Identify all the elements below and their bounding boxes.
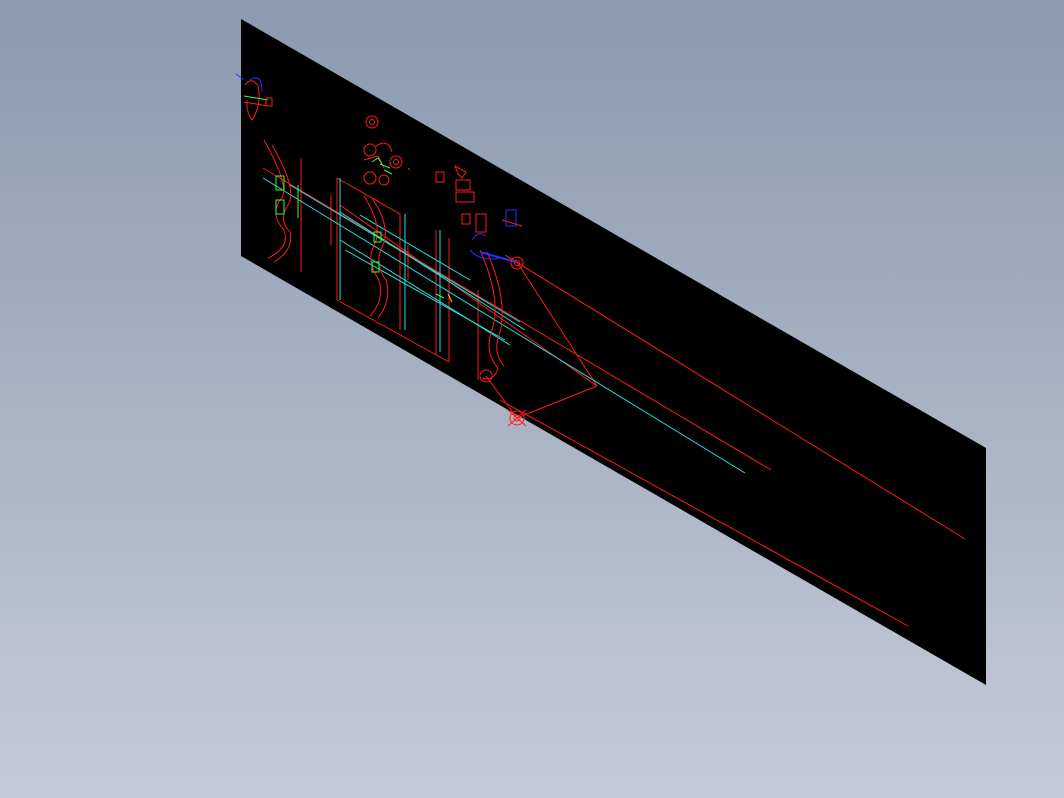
cad-viewport[interactable] bbox=[0, 0, 1064, 798]
cad-scene bbox=[0, 0, 1064, 798]
